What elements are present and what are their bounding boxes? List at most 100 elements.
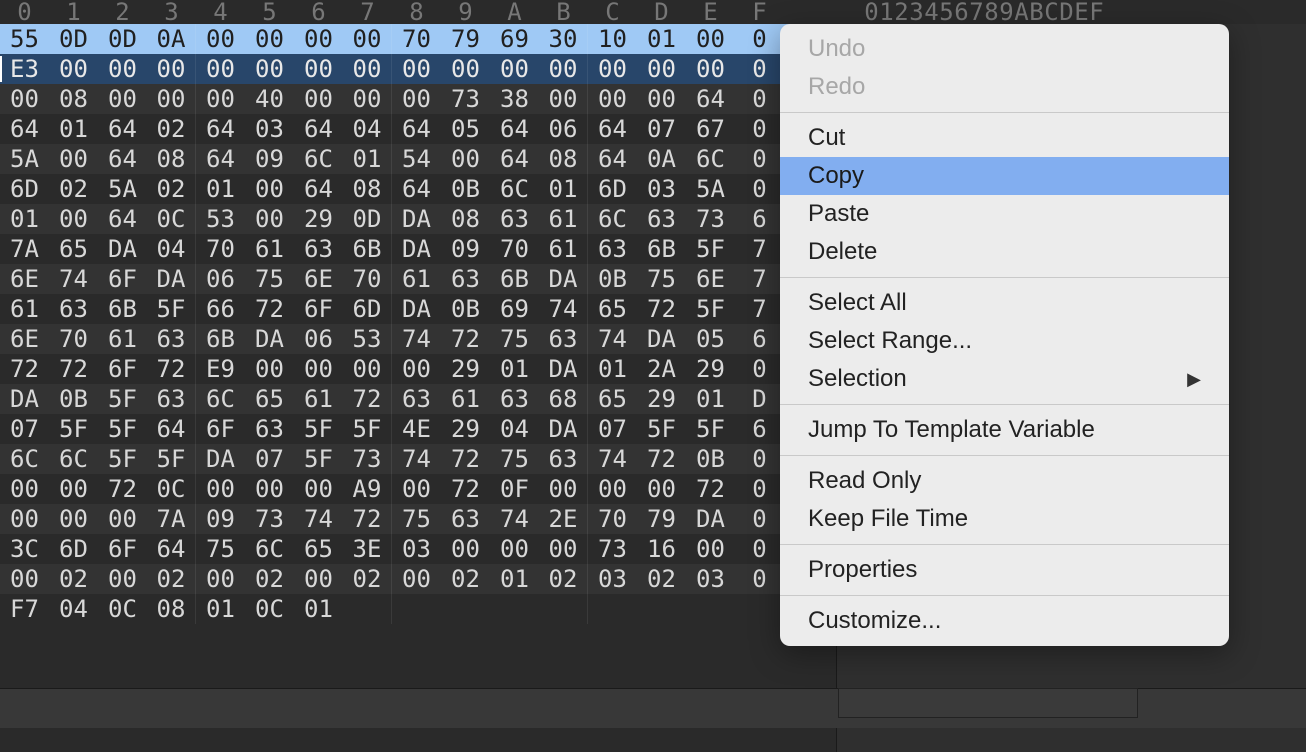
hex-byte[interactable]: 07: [0, 414, 49, 444]
hex-byte[interactable]: 7: [735, 294, 784, 324]
menu-item-customize[interactable]: Customize...: [780, 602, 1229, 640]
hex-byte[interactable]: 64: [392, 174, 441, 204]
hex-byte[interactable]: 02: [245, 564, 294, 594]
hex-byte[interactable]: 6F: [98, 264, 147, 294]
hex-byte[interactable]: 68: [539, 384, 588, 414]
hex-byte[interactable]: 29: [686, 354, 735, 384]
hex-byte[interactable]: 5F: [686, 294, 735, 324]
menu-item-delete[interactable]: Delete: [780, 233, 1229, 271]
hex-byte[interactable]: 00: [490, 54, 539, 84]
hex-byte[interactable]: 6C: [588, 204, 637, 234]
hex-byte[interactable]: [490, 594, 539, 624]
hex-byte[interactable]: 6B: [98, 294, 147, 324]
hex-byte[interactable]: 09: [245, 144, 294, 174]
hex-byte[interactable]: 79: [637, 504, 686, 534]
hex-byte[interactable]: 63: [392, 384, 441, 414]
hex-byte[interactable]: 64: [98, 204, 147, 234]
hex-byte[interactable]: 6F: [98, 354, 147, 384]
hex-byte[interactable]: 01: [49, 114, 98, 144]
hex-byte[interactable]: 63: [441, 264, 490, 294]
hex-byte[interactable]: 00: [98, 54, 147, 84]
hex-byte[interactable]: 00: [539, 534, 588, 564]
hex-byte[interactable]: 5F: [147, 444, 196, 474]
hex-byte[interactable]: 0D: [49, 24, 98, 54]
hex-byte[interactable]: 00: [343, 354, 392, 384]
hex-byte[interactable]: 08: [147, 144, 196, 174]
hex-byte[interactable]: A9: [343, 474, 392, 504]
hex-byte[interactable]: 02: [637, 564, 686, 594]
hex-byte[interactable]: [539, 594, 588, 624]
hex-byte[interactable]: 0C: [98, 594, 147, 624]
hex-byte[interactable]: 08: [49, 84, 98, 114]
hex-byte[interactable]: DA: [539, 264, 588, 294]
hex-byte[interactable]: 63: [539, 444, 588, 474]
hex-byte[interactable]: 72: [441, 474, 490, 504]
hex-byte[interactable]: 00: [196, 474, 245, 504]
hex-byte[interactable]: 00: [147, 54, 196, 84]
hex-byte[interactable]: 00: [588, 54, 637, 84]
hex-byte[interactable]: 0C: [147, 474, 196, 504]
hex-byte[interactable]: 00: [196, 84, 245, 114]
menu-item-keep-file-time[interactable]: Keep File Time: [780, 500, 1229, 538]
hex-byte[interactable]: 00: [245, 354, 294, 384]
hex-byte[interactable]: 07: [637, 114, 686, 144]
hex-byte[interactable]: 29: [441, 414, 490, 444]
hex-byte[interactable]: 00: [441, 54, 490, 84]
hex-byte[interactable]: 05: [686, 324, 735, 354]
hex-byte[interactable]: 72: [343, 384, 392, 414]
hex-byte[interactable]: 64: [588, 144, 637, 174]
hex-byte[interactable]: 64: [196, 144, 245, 174]
hex-byte[interactable]: 72: [147, 354, 196, 384]
hex-byte[interactable]: 64: [588, 114, 637, 144]
hex-byte[interactable]: 63: [49, 294, 98, 324]
hex-byte[interactable]: 04: [490, 414, 539, 444]
hex-byte[interactable]: 0: [735, 114, 784, 144]
hex-byte[interactable]: 00: [49, 504, 98, 534]
hex-byte[interactable]: 00: [539, 474, 588, 504]
hex-byte[interactable]: 0B: [441, 174, 490, 204]
hex-byte[interactable]: 00: [196, 54, 245, 84]
hex-byte[interactable]: 6D: [49, 534, 98, 564]
hex-byte[interactable]: 0: [735, 174, 784, 204]
hex-byte[interactable]: 01: [490, 564, 539, 594]
hex-byte[interactable]: 61: [392, 264, 441, 294]
hex-byte[interactable]: 0D: [343, 204, 392, 234]
hex-byte[interactable]: 00: [637, 54, 686, 84]
hex-byte[interactable]: 08: [147, 594, 196, 624]
hex-byte[interactable]: 73: [588, 534, 637, 564]
menu-item-copy[interactable]: Copy: [780, 157, 1229, 195]
hex-byte[interactable]: 07: [245, 444, 294, 474]
hex-byte[interactable]: 7A: [147, 504, 196, 534]
hex-byte[interactable]: 75: [245, 264, 294, 294]
hex-byte[interactable]: 67: [686, 114, 735, 144]
hex-byte[interactable]: 73: [686, 204, 735, 234]
hex-byte[interactable]: 00: [686, 54, 735, 84]
hex-byte[interactable]: 29: [441, 354, 490, 384]
hex-byte[interactable]: 0B: [441, 294, 490, 324]
hex-byte[interactable]: 61: [0, 294, 49, 324]
hex-byte[interactable]: 01: [0, 204, 49, 234]
hex-byte[interactable]: 6D: [343, 294, 392, 324]
hex-byte[interactable]: 00: [294, 54, 343, 84]
hex-byte[interactable]: 72: [0, 354, 49, 384]
hex-byte[interactable]: 00: [539, 84, 588, 114]
hex-byte[interactable]: 73: [343, 444, 392, 474]
hex-byte[interactable]: 0A: [637, 144, 686, 174]
hex-byte[interactable]: 0: [735, 54, 784, 84]
hex-byte[interactable]: 5A: [98, 174, 147, 204]
hex-byte[interactable]: 5A: [686, 174, 735, 204]
hex-byte[interactable]: 00: [294, 474, 343, 504]
hex-byte[interactable]: 5F: [637, 414, 686, 444]
hex-byte[interactable]: 01: [343, 144, 392, 174]
hex-byte[interactable]: 6C: [0, 444, 49, 474]
hex-byte[interactable]: 40: [245, 84, 294, 114]
hex-byte[interactable]: DA: [392, 204, 441, 234]
hex-byte[interactable]: 75: [196, 534, 245, 564]
hex-byte[interactable]: 06: [196, 264, 245, 294]
hex-byte[interactable]: 6C: [49, 444, 98, 474]
hex-byte[interactable]: 72: [343, 504, 392, 534]
hex-byte[interactable]: 00: [392, 354, 441, 384]
hex-byte[interactable]: 64: [490, 114, 539, 144]
hex-byte[interactable]: 0: [735, 564, 784, 594]
hex-byte[interactable]: 7: [735, 264, 784, 294]
